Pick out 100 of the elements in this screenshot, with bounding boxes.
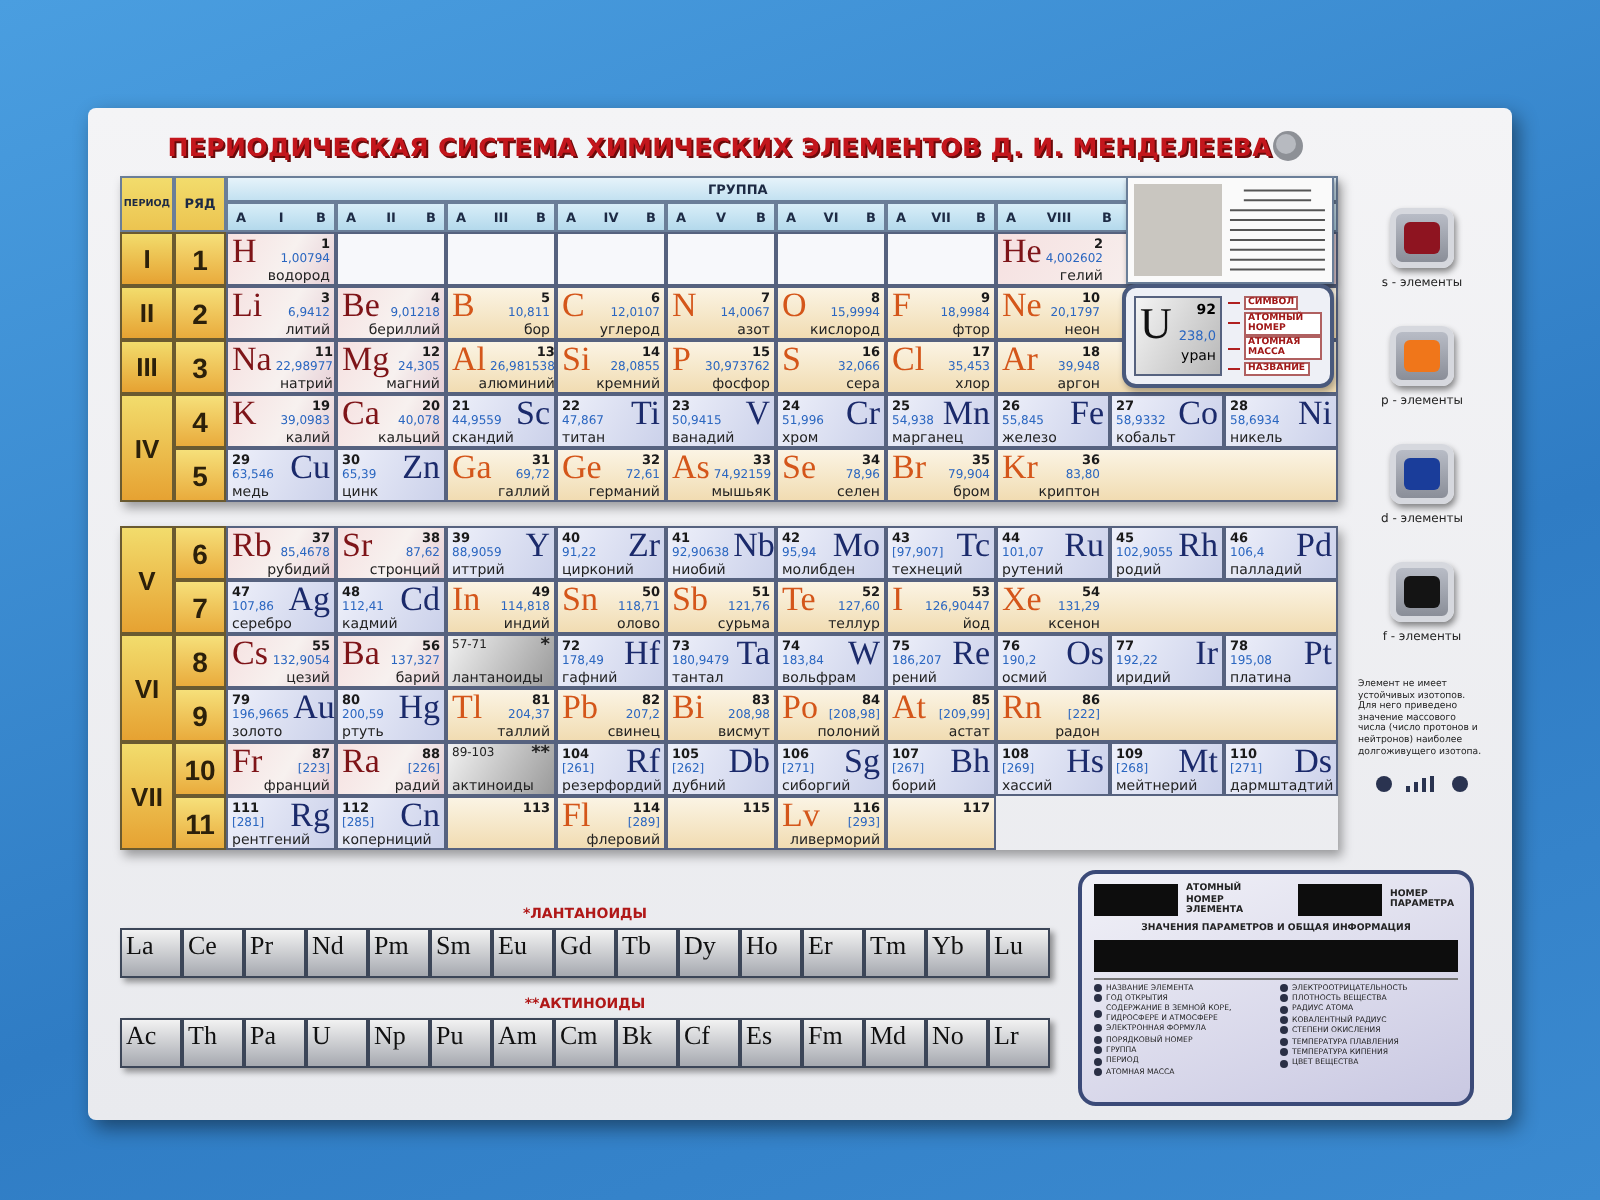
board-title: ПЕРИОДИЧЕСКАЯ СИСТЕМА ХИМИЧЕСКИХ ЭЛЕМЕНТОВ Д. И. МЕНДЕЛЕЕВА	[167, 131, 1272, 161]
element-symbol: Cs	[232, 638, 268, 670]
element-symbol: Ti	[630, 398, 660, 430]
element-cell: La	[120, 928, 182, 978]
element-symbol: Sg	[844, 746, 880, 778]
row-label: 2	[174, 286, 226, 340]
element-cell: Np	[368, 1018, 430, 1068]
element-symbol: Sb	[672, 584, 708, 616]
element-symbol: Co	[1178, 398, 1218, 430]
element-cell: Pr	[244, 928, 306, 978]
element-symbol: Re	[952, 638, 990, 670]
element-symbol: Bi	[672, 692, 705, 724]
period-label: V	[120, 526, 174, 634]
row-label: 5	[174, 448, 226, 502]
row-label: 10	[174, 742, 226, 796]
element-symbol: Br	[892, 452, 926, 484]
element-symbol: Cu	[290, 452, 330, 484]
leader-line	[1228, 302, 1240, 304]
element-cell: U	[306, 1018, 368, 1068]
element-symbol: F	[892, 290, 911, 322]
element-symbol: Rg	[290, 800, 330, 832]
element-cell: Es	[740, 1018, 802, 1068]
element-symbol: Hg	[398, 692, 440, 724]
row-label: 8	[174, 634, 226, 688]
legend-button[interactable]	[1389, 562, 1454, 622]
element-symbol: Rn	[1002, 692, 1042, 724]
photo-placeholder	[1134, 184, 1222, 276]
element-symbol: Xe	[1002, 584, 1042, 616]
series-mark: **	[529, 746, 550, 762]
element-symbol: As	[672, 452, 710, 484]
element-symbol: C	[562, 290, 585, 322]
element-symbol: Ds	[1294, 746, 1332, 778]
element-cell: Gd	[554, 928, 616, 978]
element-cell: Bk	[616, 1018, 678, 1068]
element-symbol: Tl	[452, 692, 483, 724]
element-symbol: Bh	[950, 746, 990, 778]
element-cell: Yb	[926, 928, 988, 978]
row-label: 1	[174, 232, 226, 286]
element-symbol: K	[232, 398, 257, 430]
element-symbol: Cd	[400, 584, 440, 616]
element-symbol: Sc	[516, 398, 550, 430]
element-cell: Pm	[368, 928, 430, 978]
element-symbol: Hs	[1066, 746, 1104, 778]
row-label: 7	[174, 580, 226, 634]
element-symbol: Be	[342, 290, 380, 322]
element-cell: Lr	[988, 1018, 1050, 1068]
element-symbol: O	[782, 290, 807, 322]
element-symbol: In	[452, 584, 481, 616]
element-symbol: I	[892, 584, 904, 616]
element-cell: Ce	[182, 928, 244, 978]
element-symbol: Li	[232, 290, 263, 322]
row-label: 9	[174, 688, 226, 742]
series-mark: *	[538, 638, 550, 654]
element-symbol: H	[232, 236, 257, 268]
element-cell: Er	[802, 928, 864, 978]
element-symbol: Ne	[1002, 290, 1042, 322]
element-symbol: Hf	[624, 638, 660, 670]
element-cell: Th	[182, 1018, 244, 1068]
element-cell: Sm	[430, 928, 492, 978]
element-cell: Pa	[244, 1018, 306, 1068]
element-cell: Cm	[554, 1018, 616, 1068]
element-symbol: U	[1140, 302, 1172, 348]
legend-button[interactable]	[1389, 444, 1454, 504]
element-symbol: Fr	[232, 746, 263, 778]
element-symbol: Sn	[562, 584, 598, 616]
element-symbol: Mn	[942, 398, 990, 430]
element-symbol: Os	[1066, 638, 1104, 670]
element-symbol: Db	[728, 746, 770, 778]
leader-line	[1228, 322, 1240, 325]
element-symbol: Ar	[1002, 344, 1038, 376]
bolt-icon	[1272, 130, 1304, 162]
legend-button[interactable]	[1390, 208, 1454, 268]
element-symbol: Mo	[832, 530, 880, 562]
leader-line	[1228, 347, 1240, 350]
element-symbol: Ba	[342, 638, 380, 670]
element-cell: Eu	[492, 928, 554, 978]
period-label: II	[120, 286, 174, 340]
element-symbol: Sr	[342, 530, 373, 562]
element-symbol: Zr	[627, 530, 660, 562]
element-symbol: Ra	[342, 746, 380, 778]
element-symbol: Nb	[733, 530, 775, 562]
display-screen	[1298, 884, 1382, 917]
element-symbol: Te	[782, 584, 816, 616]
element-cell: Am	[492, 1018, 554, 1068]
element-cell: Tm	[864, 928, 926, 978]
element-cell: Pu	[430, 1018, 492, 1068]
element-symbol: Pd	[1296, 530, 1332, 562]
element-symbol: He	[1002, 236, 1042, 268]
element-symbol: Ru	[1064, 530, 1104, 562]
element-symbol: Ir	[1195, 638, 1218, 670]
text-lines-drawing	[1227, 184, 1326, 276]
row-label: 3	[174, 340, 226, 394]
period-label: IV	[120, 394, 174, 502]
element-symbol: Rb	[232, 530, 272, 562]
element-symbol: Pb	[562, 692, 598, 724]
element-symbol: S	[782, 344, 801, 376]
element-symbol: Ni	[1298, 398, 1332, 430]
row-label: 6	[174, 526, 226, 580]
element-symbol: Si	[562, 344, 591, 376]
element-symbol: Fe	[1070, 398, 1104, 430]
